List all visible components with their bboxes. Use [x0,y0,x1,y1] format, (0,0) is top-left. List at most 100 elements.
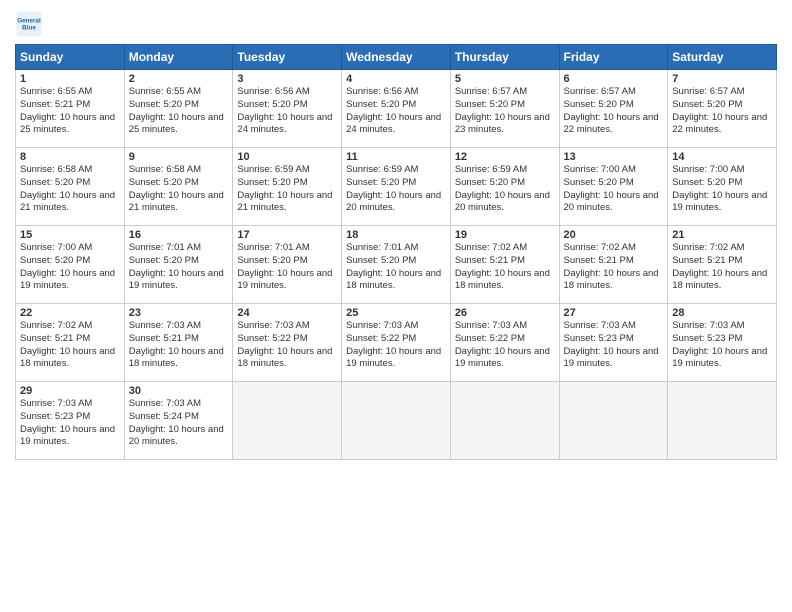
daylight-text: Daylight: 10 hours and 25 minutes. [20,112,120,138]
sunrise-text: Sunrise: 7:00 AM [564,164,664,177]
calendar-day-cell [450,382,559,460]
sunset-text: Sunset: 5:21 PM [20,333,120,346]
day-content: Sunrise: 7:01 AM Sunset: 5:20 PM Dayligh… [237,242,337,293]
calendar-day-cell: 11 Sunrise: 6:59 AM Sunset: 5:20 PM Dayl… [342,148,451,226]
day-number: 11 [346,151,446,163]
daylight-text: Daylight: 10 hours and 19 minutes. [455,346,555,372]
sunrise-text: Sunrise: 7:03 AM [455,320,555,333]
day-number: 29 [20,385,120,397]
day-content: Sunrise: 7:02 AM Sunset: 5:21 PM Dayligh… [455,242,555,293]
sunrise-text: Sunrise: 7:03 AM [672,320,772,333]
day-number: 1 [20,73,120,85]
sunrise-text: Sunrise: 6:58 AM [129,164,229,177]
calendar-day-cell: 30 Sunrise: 7:03 AM Sunset: 5:24 PM Dayl… [124,382,233,460]
header-wednesday: Wednesday [342,45,451,70]
sunrise-text: Sunrise: 6:57 AM [564,86,664,99]
calendar-day-cell: 10 Sunrise: 6:59 AM Sunset: 5:20 PM Dayl… [233,148,342,226]
daylight-text: Daylight: 10 hours and 18 minutes. [20,346,120,372]
sunset-text: Sunset: 5:20 PM [346,177,446,190]
daylight-text: Daylight: 10 hours and 19 minutes. [129,268,229,294]
day-content: Sunrise: 6:56 AM Sunset: 5:20 PM Dayligh… [346,86,446,137]
day-content: Sunrise: 7:03 AM Sunset: 5:23 PM Dayligh… [564,320,664,371]
daylight-text: Daylight: 10 hours and 20 minutes. [346,190,446,216]
sunrise-text: Sunrise: 6:55 AM [20,86,120,99]
daylight-text: Daylight: 10 hours and 18 minutes. [672,268,772,294]
calendar-week-row: 22 Sunrise: 7:02 AM Sunset: 5:21 PM Dayl… [16,304,777,382]
svg-text:General: General [17,18,41,25]
day-number: 30 [129,385,229,397]
calendar-day-cell: 25 Sunrise: 7:03 AM Sunset: 5:22 PM Dayl… [342,304,451,382]
daylight-text: Daylight: 10 hours and 19 minutes. [564,346,664,372]
sunset-text: Sunset: 5:20 PM [455,177,555,190]
day-content: Sunrise: 6:57 AM Sunset: 5:20 PM Dayligh… [672,86,772,137]
header-thursday: Thursday [450,45,559,70]
sunset-text: Sunset: 5:23 PM [564,333,664,346]
daylight-text: Daylight: 10 hours and 25 minutes. [129,112,229,138]
day-number: 18 [346,229,446,241]
day-content: Sunrise: 7:00 AM Sunset: 5:20 PM Dayligh… [672,164,772,215]
calendar-day-cell: 28 Sunrise: 7:03 AM Sunset: 5:23 PM Dayl… [668,304,777,382]
logo: General Blue [15,10,43,38]
logo-icon: General Blue [15,10,43,38]
daylight-text: Daylight: 10 hours and 18 minutes. [346,268,446,294]
sunset-text: Sunset: 5:20 PM [20,255,120,268]
day-content: Sunrise: 7:03 AM Sunset: 5:22 PM Dayligh… [346,320,446,371]
calendar-week-row: 1 Sunrise: 6:55 AM Sunset: 5:21 PM Dayli… [16,70,777,148]
sunset-text: Sunset: 5:20 PM [237,99,337,112]
sunset-text: Sunset: 5:20 PM [346,99,446,112]
sunset-text: Sunset: 5:21 PM [672,255,772,268]
day-content: Sunrise: 7:03 AM Sunset: 5:21 PM Dayligh… [129,320,229,371]
calendar-day-cell: 21 Sunrise: 7:02 AM Sunset: 5:21 PM Dayl… [668,226,777,304]
sunset-text: Sunset: 5:22 PM [455,333,555,346]
daylight-text: Daylight: 10 hours and 19 minutes. [20,424,120,450]
calendar-day-cell: 26 Sunrise: 7:03 AM Sunset: 5:22 PM Dayl… [450,304,559,382]
weekday-header-row: Sunday Monday Tuesday Wednesday Thursday… [16,45,777,70]
daylight-text: Daylight: 10 hours and 19 minutes. [237,268,337,294]
sunset-text: Sunset: 5:20 PM [564,177,664,190]
daylight-text: Daylight: 10 hours and 24 minutes. [346,112,446,138]
sunrise-text: Sunrise: 7:02 AM [455,242,555,255]
sunset-text: Sunset: 5:23 PM [20,411,120,424]
daylight-text: Daylight: 10 hours and 21 minutes. [20,190,120,216]
svg-text:Blue: Blue [22,25,36,32]
calendar-day-cell [668,382,777,460]
sunrise-text: Sunrise: 7:01 AM [129,242,229,255]
sunrise-text: Sunrise: 7:02 AM [672,242,772,255]
sunset-text: Sunset: 5:21 PM [455,255,555,268]
calendar-day-cell: 27 Sunrise: 7:03 AM Sunset: 5:23 PM Dayl… [559,304,668,382]
day-number: 13 [564,151,664,163]
day-content: Sunrise: 6:59 AM Sunset: 5:20 PM Dayligh… [346,164,446,215]
sunset-text: Sunset: 5:23 PM [672,333,772,346]
daylight-text: Daylight: 10 hours and 22 minutes. [564,112,664,138]
calendar-day-cell: 8 Sunrise: 6:58 AM Sunset: 5:20 PM Dayli… [16,148,125,226]
daylight-text: Daylight: 10 hours and 19 minutes. [346,346,446,372]
calendar-day-cell: 20 Sunrise: 7:02 AM Sunset: 5:21 PM Dayl… [559,226,668,304]
daylight-text: Daylight: 10 hours and 22 minutes. [672,112,772,138]
sunrise-text: Sunrise: 6:59 AM [455,164,555,177]
calendar-day-cell: 9 Sunrise: 6:58 AM Sunset: 5:20 PM Dayli… [124,148,233,226]
sunset-text: Sunset: 5:20 PM [237,255,337,268]
day-number: 17 [237,229,337,241]
calendar-day-cell: 18 Sunrise: 7:01 AM Sunset: 5:20 PM Dayl… [342,226,451,304]
day-number: 16 [129,229,229,241]
daylight-text: Daylight: 10 hours and 18 minutes. [237,346,337,372]
day-number: 14 [672,151,772,163]
calendar-day-cell: 3 Sunrise: 6:56 AM Sunset: 5:20 PM Dayli… [233,70,342,148]
calendar-day-cell: 15 Sunrise: 7:00 AM Sunset: 5:20 PM Dayl… [16,226,125,304]
day-number: 25 [346,307,446,319]
sunrise-text: Sunrise: 6:57 AM [455,86,555,99]
sunrise-text: Sunrise: 7:03 AM [564,320,664,333]
calendar-day-cell: 7 Sunrise: 6:57 AM Sunset: 5:20 PM Dayli… [668,70,777,148]
day-number: 26 [455,307,555,319]
day-number: 21 [672,229,772,241]
sunrise-text: Sunrise: 6:58 AM [20,164,120,177]
day-content: Sunrise: 6:59 AM Sunset: 5:20 PM Dayligh… [237,164,337,215]
daylight-text: Daylight: 10 hours and 19 minutes. [20,268,120,294]
calendar-day-cell: 13 Sunrise: 7:00 AM Sunset: 5:20 PM Dayl… [559,148,668,226]
day-number: 9 [129,151,229,163]
day-content: Sunrise: 7:03 AM Sunset: 5:22 PM Dayligh… [237,320,337,371]
calendar-day-cell [342,382,451,460]
sunrise-text: Sunrise: 6:59 AM [237,164,337,177]
sunrise-text: Sunrise: 7:02 AM [564,242,664,255]
day-number: 27 [564,307,664,319]
